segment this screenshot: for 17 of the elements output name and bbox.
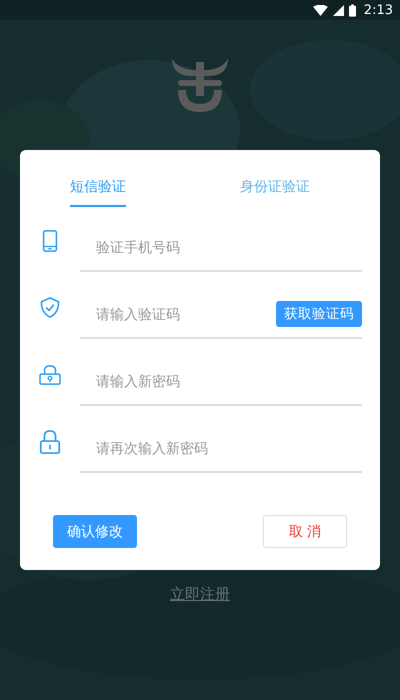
input-field[interactable]: 请输入新密码 — [80, 372, 362, 388]
get-code-button[interactable]: 获取验证码 — [276, 300, 362, 326]
input-field[interactable]: 验证手机号码 — [80, 238, 362, 254]
signal-icon — [332, 4, 344, 16]
input-field[interactable]: 请输入验证码 — [80, 306, 276, 322]
lock-icon — [38, 430, 62, 454]
cancel-button[interactable]: 取 消 — [263, 515, 347, 548]
tab[interactable]: 短信验证 — [70, 178, 126, 207]
lock-icon — [38, 364, 62, 384]
wifi-icon — [312, 4, 328, 16]
register-link[interactable]: 立即注册 — [170, 585, 230, 604]
input-field[interactable]: 请再次输入新密码 — [80, 440, 362, 456]
tab[interactable]: 身份证验证 — [240, 178, 310, 207]
status-time: 2:13 — [364, 2, 393, 18]
battery-icon — [348, 4, 356, 16]
shield-check-icon — [38, 297, 62, 318]
confirm-button[interactable]: 确认修改 — [53, 515, 137, 548]
